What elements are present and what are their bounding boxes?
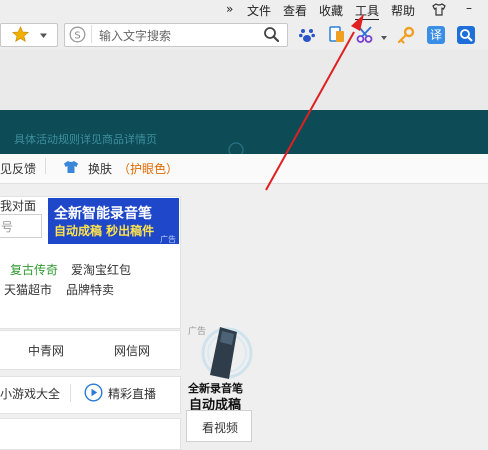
tshirt-icon[interactable] [432, 3, 446, 19]
watch-video-label: 看视频 [202, 421, 239, 435]
ad-banner-recorder[interactable]: 全新智能录音笔 自动成稿 秒出稿件 广告 [48, 198, 179, 244]
search-square-icon[interactable] [457, 26, 475, 44]
magnifier-icon[interactable] [263, 26, 280, 46]
tshirt-icon [63, 160, 79, 177]
skin-link[interactable]: 换肤 [88, 160, 112, 177]
link-mini-games[interactable]: 小游戏大全 [0, 385, 60, 402]
strip-divider [45, 158, 46, 174]
dropdown-arrow-icon [39, 29, 48, 43]
search-divider [91, 25, 94, 43]
favorites-button[interactable] [0, 23, 58, 47]
key-icon[interactable] [397, 26, 415, 47]
menu-overflow-chevron[interactable]: » [226, 2, 233, 16]
account-input-placeholder: 号 [1, 220, 14, 234]
blank-area [0, 50, 488, 110]
account-input[interactable]: 号 [0, 214, 42, 238]
menu-view[interactable]: 查看 [283, 2, 307, 19]
panel-header-text: 我对面 [0, 199, 37, 213]
more-panel [0, 418, 181, 450]
toolbar: S 输入文字搜索 译 [0, 20, 488, 50]
scissors-icon[interactable] [356, 25, 376, 47]
search-engine-icon[interactable]: S [69, 26, 86, 46]
search-box[interactable]: S 输入文字搜索 [64, 23, 288, 47]
menu-help[interactable]: 帮助 [391, 2, 415, 19]
eye-care-link[interactable]: （护眼色） [118, 160, 178, 177]
menu-file[interactable]: 文件 [247, 2, 271, 19]
star-icon [11, 25, 30, 46]
side-ad-recorder[interactable]: 广告 全新录音笔 自动成稿 看视频 [186, 322, 253, 442]
ad-banner-line1: 全新智能录音笔 [54, 206, 152, 222]
translate-icon[interactable]: 译 [427, 26, 445, 44]
link-brand-sale[interactable]: 品牌特卖 [66, 281, 114, 298]
banner-text: 具体活动规则详见商品详情页 [14, 133, 157, 146]
menu-bar: » 文件 查看 收藏 工具 帮助 – [0, 0, 488, 20]
feedback-link[interactable]: 见反馈 [0, 160, 36, 177]
ad-banner-line2: 自动成稿 秒出稿件 [54, 224, 155, 238]
link-fugu-chuanqi[interactable]: 复古传奇 [10, 261, 58, 278]
search-input[interactable]: 输入文字搜索 [99, 27, 171, 44]
ad-tag: 广告 [160, 235, 176, 244]
link-live-stream[interactable]: 精彩直播 [108, 385, 156, 402]
menu-tools[interactable]: 工具 [355, 2, 380, 20]
paw-icon[interactable] [298, 26, 316, 47]
scissors-dropdown-icon[interactable] [380, 31, 388, 45]
screenshot-icon[interactable] [328, 25, 346, 47]
menu-favorites[interactable]: 收藏 [319, 2, 343, 19]
link-wangxin[interactable]: 网信网 [114, 342, 150, 359]
watch-video-button[interactable]: 看视频 [186, 410, 252, 442]
link-aitaobao-hongbao[interactable]: 爱淘宝红包 [71, 261, 131, 278]
link-tmall-supermarket[interactable]: 天猫超市 [4, 281, 52, 298]
minimize-button[interactable]: – [466, 1, 472, 15]
voice-recorder-image [193, 323, 253, 386]
link-zhongqing[interactable]: 中青网 [28, 342, 64, 359]
svg-text:S: S [74, 31, 80, 42]
play-icon [84, 383, 103, 405]
feedback-strip: 见反馈 换肤 （护眼色） [0, 154, 488, 184]
games-divider [70, 384, 71, 402]
